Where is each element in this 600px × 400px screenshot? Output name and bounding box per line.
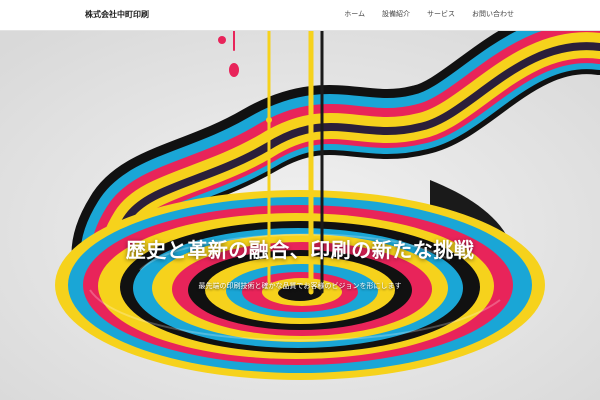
nav-item-contact[interactable]: お問い合わせ xyxy=(472,9,514,19)
nav-item-services[interactable]: サービス xyxy=(427,9,455,19)
hero-section: 歴史と革新の融合、印刷の新たな挑戦 最先端の印刷技術と確かな品質でお客様のビジョ… xyxy=(0,30,600,400)
nav-item-equipment[interactable]: 設備紹介 xyxy=(382,9,410,19)
nav-item-home[interactable]: ホーム xyxy=(344,9,365,19)
main-nav: ホーム 設備紹介 サービス お問い合わせ xyxy=(344,9,514,19)
brand-logo-text[interactable]: 株式会社中町印刷 xyxy=(85,9,149,20)
site-header: 株式会社中町印刷 ホーム 設備紹介 サービス お問い合わせ xyxy=(0,0,600,31)
hero-title: 歴史と革新の融合、印刷の新たな挑戦 xyxy=(125,238,475,262)
hero-subtitle: 最先端の印刷技術と確かな品質でお客様のビジョンを形にします xyxy=(198,282,402,290)
ink-swirl-image xyxy=(0,30,600,400)
